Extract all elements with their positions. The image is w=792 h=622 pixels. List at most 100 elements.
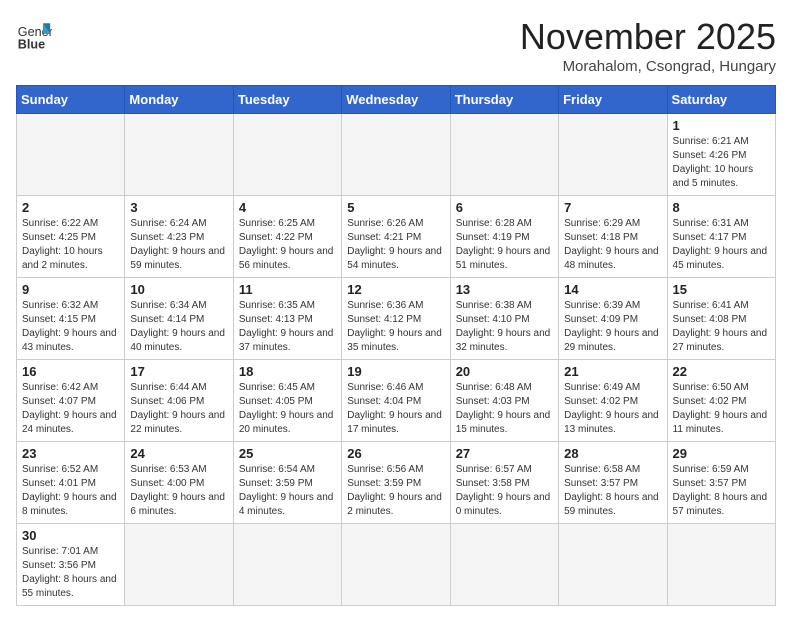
day-info: Sunrise: 6:39 AM Sunset: 4:09 PM Dayligh… [564,299,661,355]
calendar-cell [233,524,341,606]
day-info: Sunrise: 6:48 AM Sunset: 4:03 PM Dayligh… [456,381,553,437]
day-number: 2 [22,200,119,215]
calendar-week-row: 23 Sunrise: 6:52 AM Sunset: 4:01 PM Dayli… [17,442,776,524]
calendar-cell: 28Sunrise: 6:58 AM Sunset: 3:57 PM Dayli… [559,442,667,524]
day-number: 14 [564,282,661,297]
calendar-cell: 3 Sunrise: 6:24 AM Sunset: 4:23 PM Daylig… [125,196,233,278]
day-info: Sunrise: 6:32 AM Sunset: 4:15 PM Dayligh… [22,299,119,355]
calendar-cell: 24 Sunrise: 6:53 AM Sunset: 4:00 PM Dayli… [125,442,233,524]
day-info: Sunrise: 6:49 AM Sunset: 4:02 PM Dayligh… [564,381,661,437]
calendar-cell: 10Sunrise: 6:34 AM Sunset: 4:14 PM Dayli… [125,278,233,360]
calendar-cell [450,524,558,606]
calendar-cell: 11 Sunrise: 6:35 AM Sunset: 4:13 PM Dayli… [233,278,341,360]
day-info: Sunrise: 6:38 AM Sunset: 4:10 PM Dayligh… [456,299,553,355]
day-number: 8 [673,200,770,215]
weekday-header-tuesday: Tuesday [233,86,341,114]
calendar-cell: 25 Sunrise: 6:54 AM Sunset: 3:59 PM Dayli… [233,442,341,524]
header: General Blue November 2025 Morahalom, Cs… [16,16,776,75]
calendar-week-row: 9 Sunrise: 6:32 AM Sunset: 4:15 PM Daylig… [17,278,776,360]
day-info: Sunrise: 6:56 AM Sunset: 3:59 PM Dayligh… [347,463,444,519]
calendar-cell: 20 Sunrise: 6:48 AM Sunset: 4:03 PM Dayli… [450,360,558,442]
calendar-cell: 13Sunrise: 6:38 AM Sunset: 4:10 PM Dayli… [450,278,558,360]
day-number: 29 [673,446,770,461]
day-info: Sunrise: 6:28 AM Sunset: 4:19 PM Dayligh… [456,217,553,273]
day-number: 15 [673,282,770,297]
day-number: 10 [130,282,227,297]
calendar-cell: 4Sunrise: 6:25 AM Sunset: 4:22 PM Daylig… [233,196,341,278]
day-number: 17 [130,364,227,379]
calendar-table: SundayMondayTuesdayWednesdayThursdayFrid… [16,85,776,606]
day-number: 18 [239,364,336,379]
day-number: 21 [564,364,661,379]
weekday-header-thursday: Thursday [450,86,558,114]
day-info: Sunrise: 6:50 AM Sunset: 4:02 PM Dayligh… [673,381,770,437]
day-info: Sunrise: 6:21 AM Sunset: 4:26 PM Dayligh… [673,135,770,191]
day-number: 1 [673,118,770,133]
calendar-cell [125,524,233,606]
day-info: Sunrise: 6:22 AM Sunset: 4:25 PM Dayligh… [22,217,119,273]
generalblue-logo-icon: General Blue [16,16,52,52]
calendar-cell: 16 Sunrise: 6:42 AM Sunset: 4:07 PM Dayli… [17,360,125,442]
calendar-cell: 5Sunrise: 6:26 AM Sunset: 4:21 PM Daylig… [342,196,450,278]
calendar-cell: 9 Sunrise: 6:32 AM Sunset: 4:15 PM Daylig… [17,278,125,360]
weekday-header-wednesday: Wednesday [342,86,450,114]
calendar-cell [559,114,667,196]
calendar-cell: 29 Sunrise: 6:59 AM Sunset: 3:57 PM Dayli… [667,442,775,524]
day-info: Sunrise: 7:01 AM Sunset: 3:56 PM Dayligh… [22,545,119,601]
day-number: 11 [239,282,336,297]
day-number: 16 [22,364,119,379]
day-number: 9 [22,282,119,297]
day-number: 6 [456,200,553,215]
day-number: 26 [347,446,444,461]
day-number: 4 [239,200,336,215]
calendar-cell [342,524,450,606]
calendar-cell: 27Sunrise: 6:57 AM Sunset: 3:58 PM Dayli… [450,442,558,524]
calendar-cell [233,114,341,196]
day-info: Sunrise: 6:44 AM Sunset: 4:06 PM Dayligh… [130,381,227,437]
day-number: 24 [130,446,227,461]
day-info: Sunrise: 6:46 AM Sunset: 4:04 PM Dayligh… [347,381,444,437]
day-info: Sunrise: 6:35 AM Sunset: 4:13 PM Dayligh… [239,299,336,355]
day-number: 20 [456,364,553,379]
calendar-cell [667,524,775,606]
calendar-cell: 22 Sunrise: 6:50 AM Sunset: 4:02 PM Dayli… [667,360,775,442]
day-info: Sunrise: 6:24 AM Sunset: 4:23 PM Dayligh… [130,217,227,273]
day-number: 3 [130,200,227,215]
calendar-cell: 2 Sunrise: 6:22 AM Sunset: 4:25 PM Daylig… [17,196,125,278]
day-info: Sunrise: 6:53 AM Sunset: 4:00 PM Dayligh… [130,463,227,519]
calendar-cell [125,114,233,196]
calendar-cell [17,114,125,196]
calendar-cell: 15Sunrise: 6:41 AM Sunset: 4:08 PM Dayli… [667,278,775,360]
calendar-cell: 7Sunrise: 6:29 AM Sunset: 4:18 PM Daylig… [559,196,667,278]
calendar-cell: 21 Sunrise: 6:49 AM Sunset: 4:02 PM Dayli… [559,360,667,442]
day-number: 5 [347,200,444,215]
calendar-week-row: 30Sunrise: 7:01 AM Sunset: 3:56 PM Dayli… [17,524,776,606]
day-info: Sunrise: 6:36 AM Sunset: 4:12 PM Dayligh… [347,299,444,355]
weekday-header-sunday: Sunday [17,86,125,114]
calendar-cell: 17 Sunrise: 6:44 AM Sunset: 4:06 PM Dayli… [125,360,233,442]
day-number: 25 [239,446,336,461]
calendar-title: November 2025 [520,16,776,58]
day-info: Sunrise: 6:59 AM Sunset: 3:57 PM Dayligh… [673,463,770,519]
calendar-week-row: 16 Sunrise: 6:42 AM Sunset: 4:07 PM Dayli… [17,360,776,442]
calendar-cell: 26 Sunrise: 6:56 AM Sunset: 3:59 PM Dayli… [342,442,450,524]
day-info: Sunrise: 6:45 AM Sunset: 4:05 PM Dayligh… [239,381,336,437]
calendar-cell: 8Sunrise: 6:31 AM Sunset: 4:17 PM Daylig… [667,196,775,278]
calendar-cell: 23 Sunrise: 6:52 AM Sunset: 4:01 PM Dayli… [17,442,125,524]
weekday-header-monday: Monday [125,86,233,114]
calendar-cell: 30Sunrise: 7:01 AM Sunset: 3:56 PM Dayli… [17,524,125,606]
day-info: Sunrise: 6:29 AM Sunset: 4:18 PM Dayligh… [564,217,661,273]
day-number: 12 [347,282,444,297]
title-block: November 2025 Morahalom, Csongrad, Hunga… [520,16,776,75]
day-number: 22 [673,364,770,379]
weekday-header-saturday: Saturday [667,86,775,114]
day-number: 23 [22,446,119,461]
calendar-cell [342,114,450,196]
calendar-subtitle: Morahalom, Csongrad, Hungary [520,58,776,75]
calendar-week-row: 2 Sunrise: 6:22 AM Sunset: 4:25 PM Daylig… [17,196,776,278]
day-info: Sunrise: 6:42 AM Sunset: 4:07 PM Dayligh… [22,381,119,437]
day-info: Sunrise: 6:52 AM Sunset: 4:01 PM Dayligh… [22,463,119,519]
weekday-header-row: SundayMondayTuesdayWednesdayThursdayFrid… [17,86,776,114]
calendar-cell [450,114,558,196]
day-info: Sunrise: 6:54 AM Sunset: 3:59 PM Dayligh… [239,463,336,519]
